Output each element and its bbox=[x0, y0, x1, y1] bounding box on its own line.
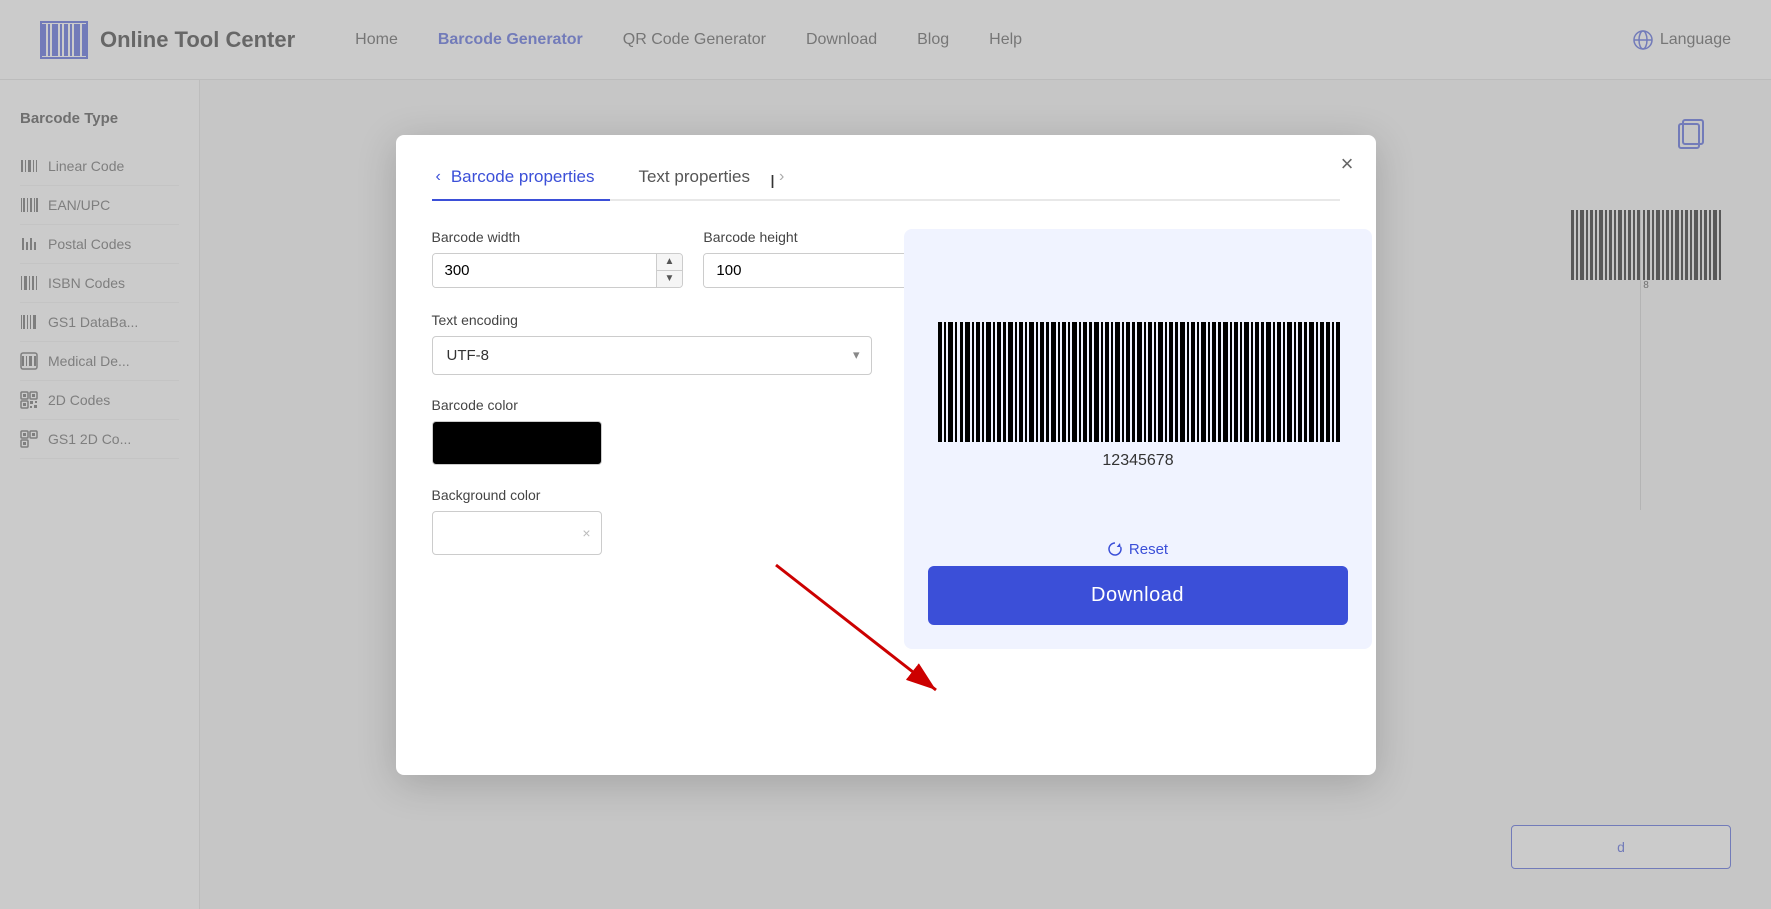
spinbox-down-width[interactable]: ▼ bbox=[657, 271, 683, 287]
tab-barcode-properties[interactable]: ‹ Barcode properties bbox=[432, 167, 611, 201]
barcode-color-label: Barcode color bbox=[432, 397, 872, 413]
text-encoding-label: Text encoding bbox=[432, 312, 872, 328]
spinbox-up-width[interactable]: ▲ bbox=[657, 254, 683, 271]
tab-chevron-right-icon: › bbox=[779, 168, 784, 198]
reset-icon bbox=[1107, 541, 1123, 557]
text-encoding-group: Text encoding UTF-8 UTF-16 ISO-8859-1 ▾ bbox=[432, 312, 872, 375]
download-button[interactable]: Download bbox=[928, 566, 1348, 625]
reset-label: Reset bbox=[1129, 541, 1168, 558]
text-encoding-select[interactable]: UTF-8 UTF-16 ISO-8859-1 bbox=[432, 336, 872, 375]
barcode-color-swatch[interactable] bbox=[432, 421, 602, 465]
spinbox-btns-width: ▲ ▼ bbox=[656, 254, 683, 287]
barcode-color-section: Barcode color bbox=[432, 397, 872, 465]
tab-chevron-left-icon: ‹ bbox=[436, 168, 441, 186]
modal-tabs: ‹ Barcode properties Text properties I › bbox=[432, 167, 1340, 201]
reset-button[interactable]: Reset bbox=[1107, 541, 1168, 558]
modal-right-panel: 12345678 Reset Download bbox=[904, 229, 1372, 649]
barcode-preview-area: 12345678 bbox=[928, 253, 1348, 541]
modal-left-panel: Barcode width ▲ ▼ Barcode height bbox=[432, 229, 872, 649]
barcode-width-group: Barcode width ▲ ▼ bbox=[432, 229, 684, 288]
barcode-height-input[interactable] bbox=[704, 254, 927, 287]
tab-barcode-props-label: Barcode properties bbox=[451, 167, 595, 187]
background-color-section: Background color × bbox=[432, 487, 872, 555]
svg-text:12345678: 12345678 bbox=[1102, 452, 1173, 469]
tab-text-props-label: Text properties bbox=[638, 167, 750, 187]
barcode-width-input[interactable] bbox=[433, 254, 656, 287]
color-clear-icon[interactable]: × bbox=[582, 525, 590, 541]
modal-overlay[interactable]: × ‹ Barcode properties Text properties I… bbox=[0, 0, 1771, 909]
dimensions-row: Barcode width ▲ ▼ Barcode height bbox=[432, 229, 872, 288]
text-encoding-select-wrapper: UTF-8 UTF-16 ISO-8859-1 ▾ bbox=[432, 336, 872, 375]
tab-cursor-icon: I bbox=[770, 172, 775, 193]
modal-body: Barcode width ▲ ▼ Barcode height bbox=[432, 229, 1340, 649]
modal-close-button[interactable]: × bbox=[1341, 153, 1354, 175]
barcode-preview-svg: 12345678 bbox=[928, 317, 1348, 477]
barcode-width-label: Barcode width bbox=[432, 229, 684, 245]
modal-dialog: × ‹ Barcode properties Text properties I… bbox=[396, 135, 1376, 775]
tab-text-properties[interactable]: Text properties bbox=[634, 167, 766, 199]
barcode-width-spinbox[interactable]: ▲ ▼ bbox=[432, 253, 684, 288]
background-color-label: Background color bbox=[432, 487, 872, 503]
background-color-swatch[interactable]: × bbox=[432, 511, 602, 555]
